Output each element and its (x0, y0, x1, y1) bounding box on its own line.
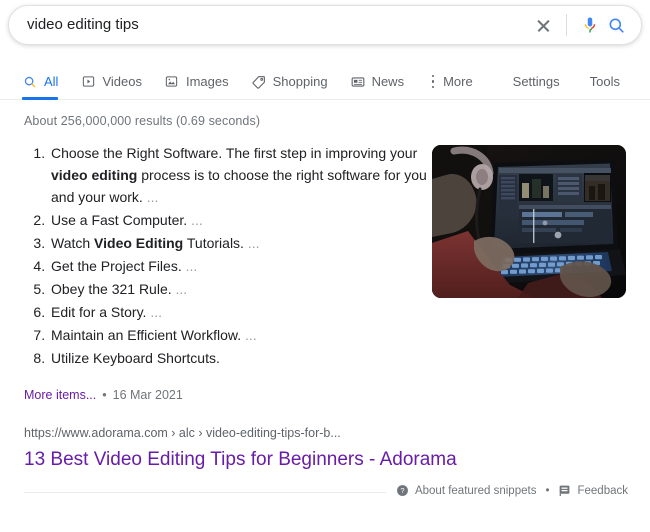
featured-snippet-list: Choose the Right Software. The first ste… (24, 142, 429, 369)
tools-button[interactable]: Tools (590, 74, 620, 89)
featured-snippet-item: Edit for a Story. ... (49, 301, 429, 323)
feedback-link[interactable]: Feedback (558, 484, 628, 497)
snippet-ellipsis: ... (241, 327, 257, 343)
search-bar-divider (566, 14, 567, 36)
tab-all[interactable]: All (22, 64, 59, 100)
flag-icon (558, 484, 571, 497)
featured-snippet-item: Watch Video Editing Tutorials. ... (49, 232, 429, 254)
snippet-text: Utilize Keyboard Shortcuts. (51, 350, 220, 366)
about-featured-snippets-label: About featured snippets (414, 484, 537, 497)
featured-snippet-footer: ? About featured snippets • Feedback (396, 484, 628, 497)
featured-snippet-item: Maintain an Efficient Workflow. ... (49, 324, 429, 346)
tab-videos[interactable]: Videos (80, 64, 142, 99)
result-title-link[interactable]: 13 Best Video Editing Tips for Beginners… (24, 447, 457, 473)
highlighted-term: video editing (51, 167, 138, 183)
tab-images[interactable]: Images (164, 64, 229, 99)
more-items-link[interactable]: More items... (24, 388, 96, 402)
more-items-row: More items... • 16 Mar 2021 (24, 388, 183, 402)
news-icon (350, 74, 366, 90)
search-toolbar: Settings Tools (483, 64, 620, 99)
snippet-text: Choose the Right Software. The first ste… (51, 145, 418, 161)
active-tab-underline (22, 97, 59, 100)
featured-snippet-item: Obey the 321 Rule. ... (49, 278, 429, 300)
image-icon (164, 74, 180, 90)
snippet-text: Edit for a Story. (51, 304, 147, 320)
clear-search-button[interactable] (530, 12, 556, 38)
snippet-text: Maintain an Efficient Workflow. (51, 327, 242, 343)
tab-videos-label: Videos (102, 74, 142, 89)
search-bar[interactable] (8, 5, 642, 45)
search-input[interactable] (27, 13, 530, 37)
tab-news-label: News (371, 74, 405, 89)
search-bar-actions (530, 13, 629, 37)
featured-snippet-item: Choose the Right Software. The first ste… (49, 142, 429, 208)
result-stats: About 256,000,000 results (0.69 seconds) (24, 114, 261, 128)
snippet-ellipsis: ... (142, 189, 159, 205)
help-icon: ? (396, 484, 409, 497)
featured-snippet-item: Get the Project Files. ... (49, 255, 429, 277)
search-bar-container (8, 5, 642, 45)
search-icon (609, 18, 624, 33)
video-icon (80, 74, 96, 90)
microphone-icon (584, 17, 596, 33)
close-icon (536, 18, 551, 33)
tab-more-label: More (443, 74, 473, 89)
footer-separator: • (545, 484, 550, 497)
featured-snippet-item: Utilize Keyboard Shortcuts. (49, 347, 429, 369)
tag-icon (251, 74, 267, 90)
snippet-text: Get the Project Files. (51, 258, 182, 274)
search-tabs-bar: All Videos Images Shopping News More Set… (0, 64, 650, 100)
feedback-label: Feedback (577, 484, 628, 497)
search-icon (22, 74, 38, 90)
snippet-ellipsis: ... (187, 212, 203, 228)
snippet-text: Obey the 321 Rule. (51, 281, 172, 297)
more-items-separator: • (102, 388, 107, 402)
tab-shopping[interactable]: Shopping (251, 64, 328, 99)
settings-button[interactable]: Settings (513, 74, 560, 89)
voice-search-button[interactable] (577, 12, 603, 38)
tab-all-label: All (44, 74, 59, 89)
video-editing-photo (432, 145, 626, 298)
svg-text:?: ? (400, 486, 404, 495)
about-featured-snippets-link[interactable]: ? About featured snippets (396, 484, 536, 497)
snippet-text: Watch (51, 235, 95, 251)
snippet-text: Use a Fast Computer. (51, 212, 188, 228)
result-url[interactable]: https://www.adorama.com › alc › video-ed… (24, 424, 624, 442)
tab-images-label: Images (185, 74, 229, 89)
featured-snippet-item: Use a Fast Computer. ... (49, 209, 429, 231)
featured-snippet: Choose the Right Software. The first ste… (24, 142, 626, 370)
tab-more[interactable]: More (426, 64, 473, 99)
highlighted-term: Video Editing (94, 235, 184, 251)
snippet-ellipsis: ... (243, 235, 260, 251)
featured-snippet-thumbnail[interactable] (432, 145, 626, 298)
search-submit-button[interactable] (603, 12, 629, 38)
search-result: https://www.adorama.com › alc › video-ed… (24, 424, 624, 473)
snippet-ellipsis: ... (181, 258, 198, 274)
snippet-text: Tutorials. (183, 235, 244, 251)
search-tabs: All Videos Images Shopping News More (22, 64, 495, 100)
featured-snippet-date: 16 Mar 2021 (112, 388, 183, 402)
snippet-ellipsis: ... (146, 304, 163, 320)
tab-shopping-label: Shopping (272, 74, 328, 89)
footer-divider (24, 492, 386, 493)
more-vertical-icon (426, 75, 440, 88)
tab-news[interactable]: News (350, 64, 405, 99)
snippet-ellipsis: ... (171, 281, 188, 297)
